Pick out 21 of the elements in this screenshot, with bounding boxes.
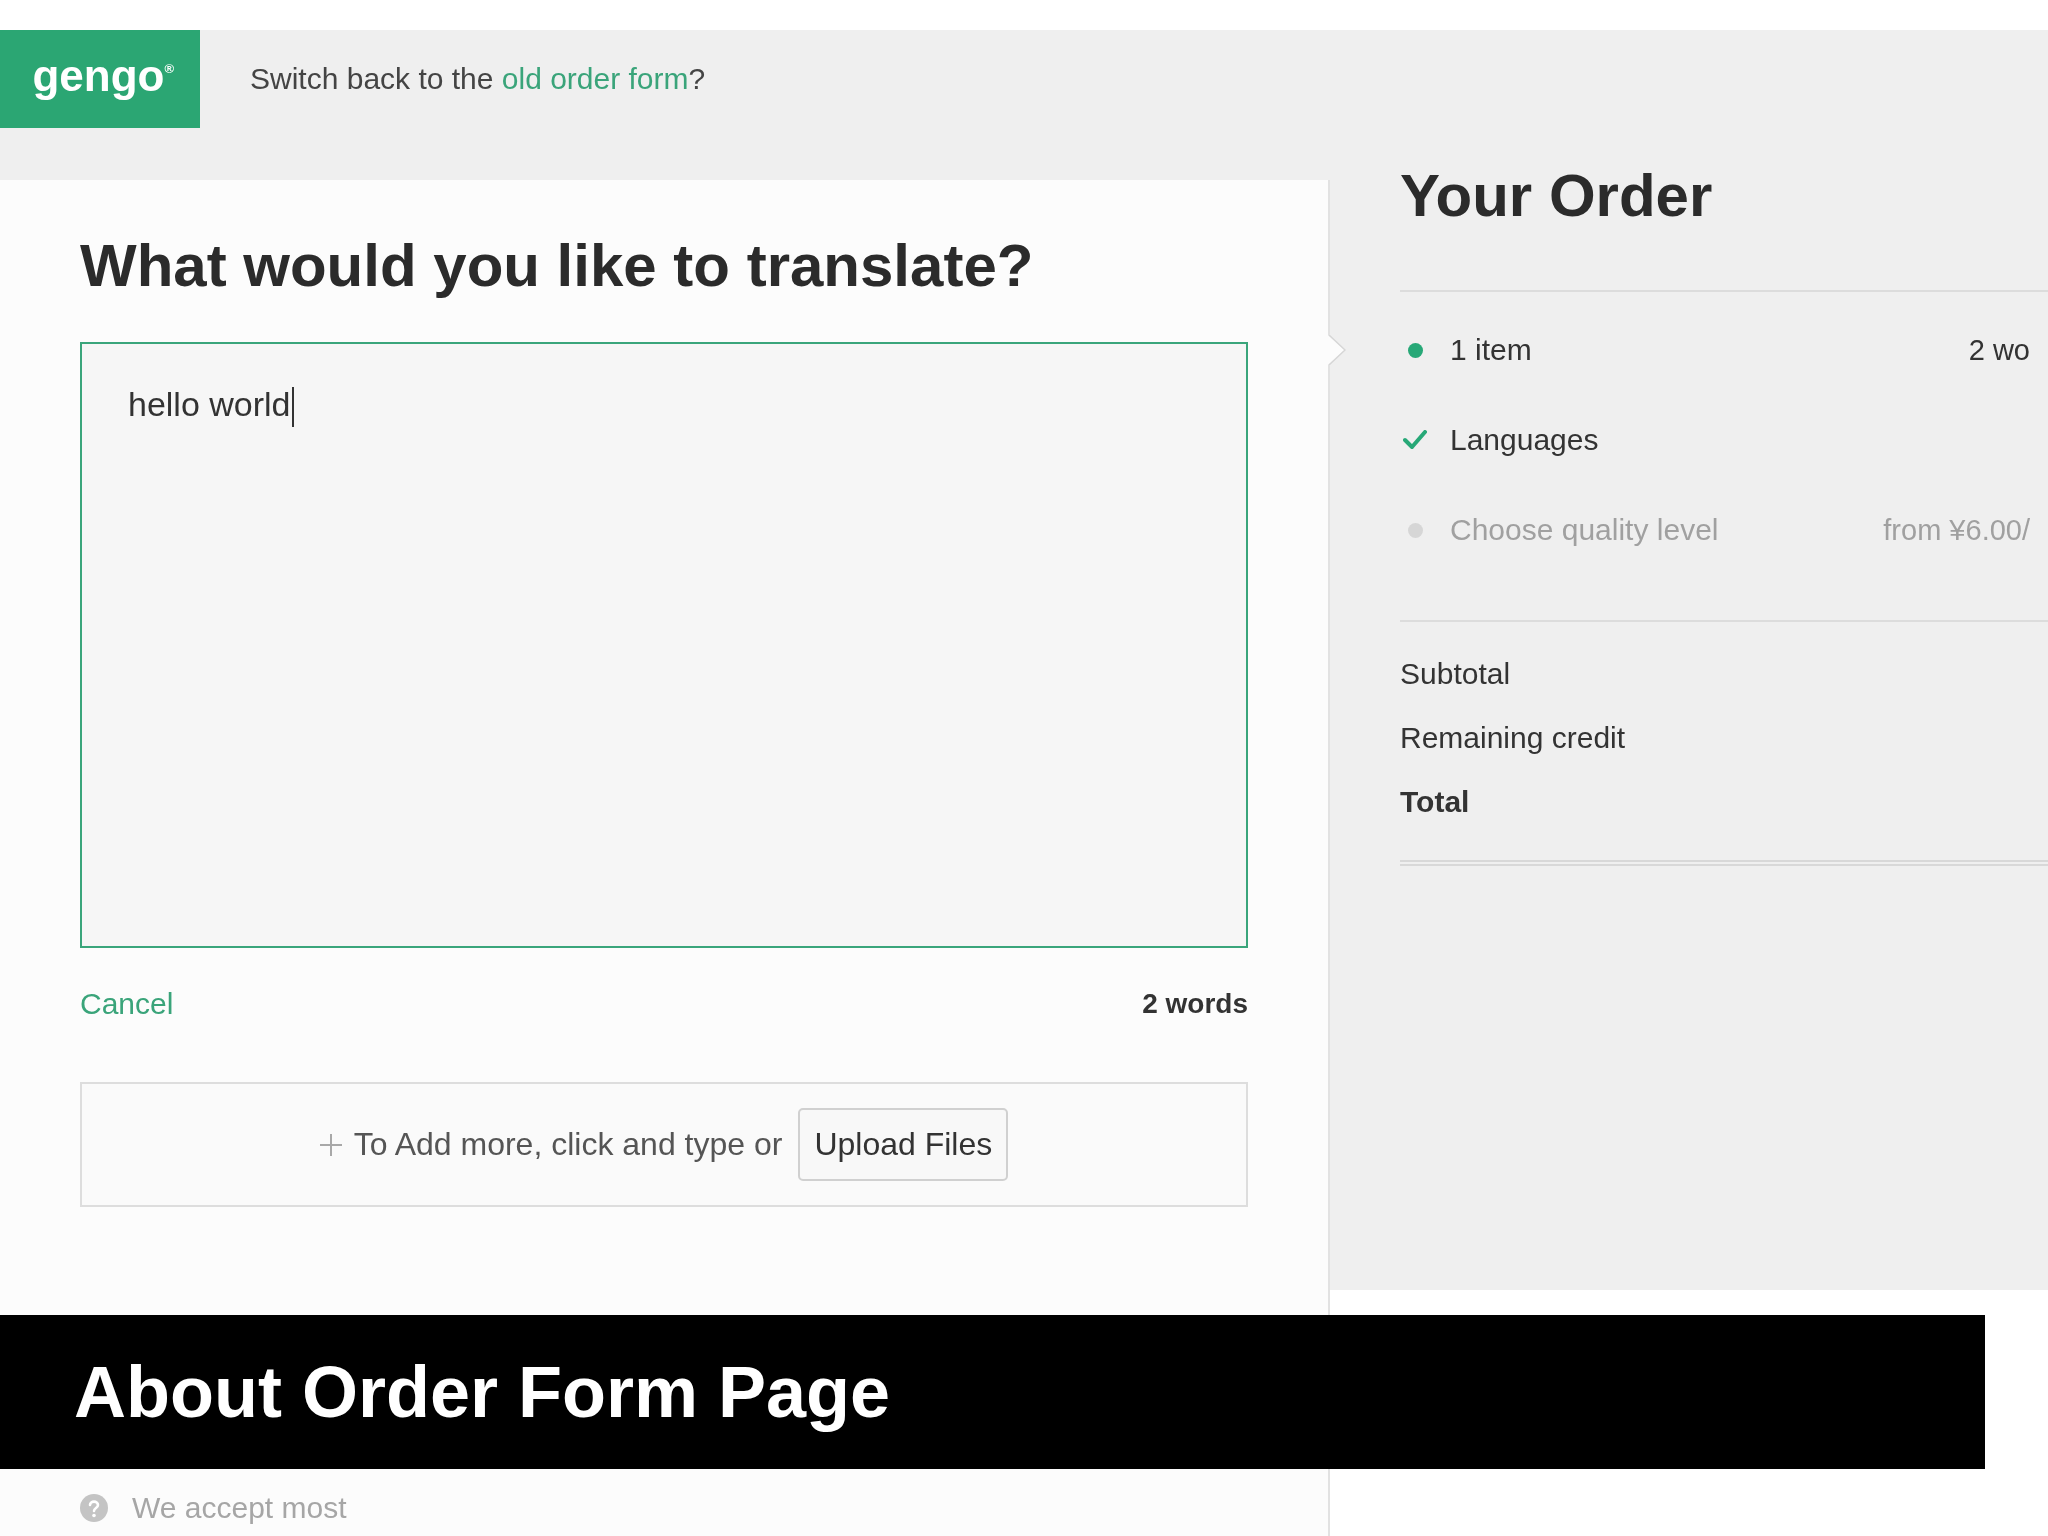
add-more-drop-zone[interactable]: To Add more, click and type or Upload Files: [80, 1082, 1248, 1207]
caption-title: About Order Form Page: [74, 1351, 891, 1433]
plus-icon: [319, 1133, 342, 1156]
word-count: 2 words: [1142, 988, 1248, 1020]
step-label: 1 item: [1450, 333, 1532, 367]
add-more-hint: To Add more, click and type or: [353, 1126, 783, 1163]
step-value: 2 wo: [1968, 333, 2030, 367]
order-heading: Your Order: [1400, 161, 1714, 231]
help-icon: [80, 1494, 108, 1522]
upload-files-button[interactable]: Upload Files: [798, 1108, 1009, 1181]
step-label: Choose quality level: [1450, 513, 1719, 547]
step-label: Languages: [1450, 423, 1599, 457]
switch-back-text: Switch back to the old order form?: [250, 61, 706, 97]
step-value: from ¥6.00/: [1883, 513, 2030, 547]
help-note: We accept most: [132, 1491, 347, 1525]
form-heading: What would you like to translate?: [80, 231, 1035, 301]
total-label: Subtotal: [1400, 657, 1511, 691]
total-label: Total: [1400, 785, 1470, 819]
total-label: Remaining credit: [1400, 721, 1626, 755]
text-cursor-icon: [291, 387, 294, 427]
text-input-field[interactable]: hello world: [80, 342, 1248, 948]
